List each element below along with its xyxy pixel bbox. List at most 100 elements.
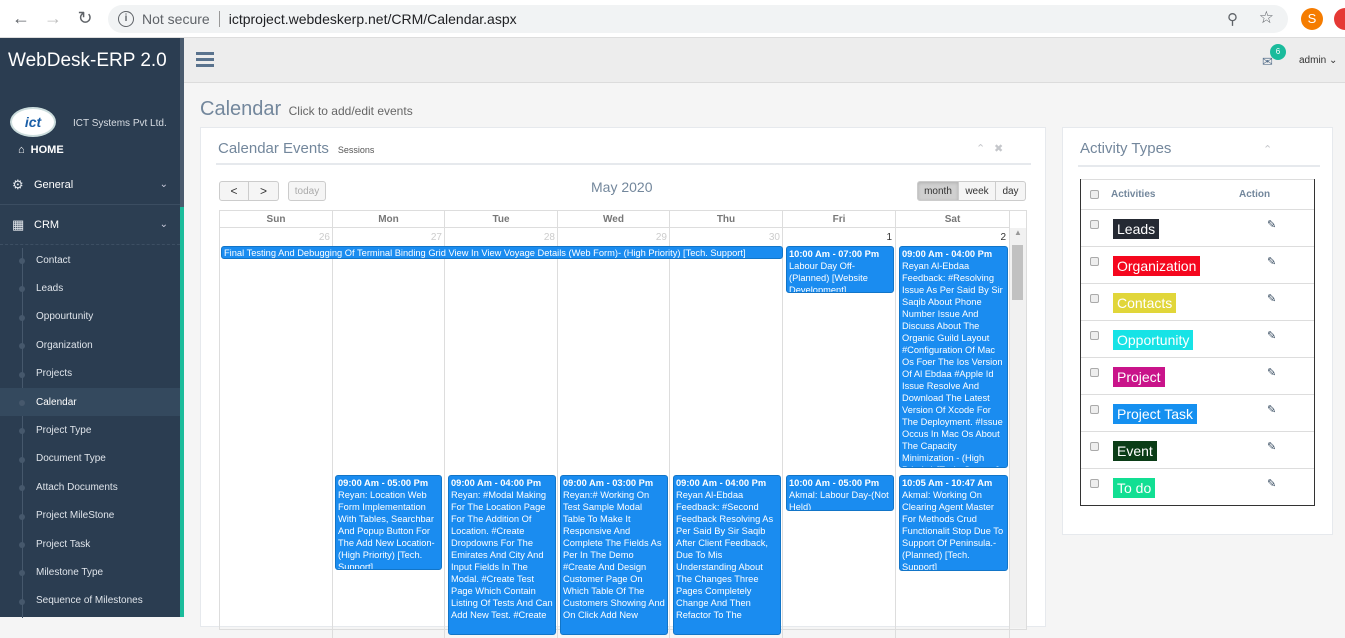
event-text: Akmal: Working On Clearing Agent Master … — [902, 490, 1004, 571]
day-number[interactable]: 2 — [956, 232, 1006, 243]
edit-pencil-icon[interactable]: ✎ — [1267, 255, 1276, 268]
sidebar-item-projects[interactable]: Projects — [0, 360, 180, 388]
calendar-scrollbar[interactable]: ▲ — [1010, 228, 1026, 628]
reload-icon[interactable]: ↻ — [74, 8, 96, 30]
event-time: 09:00 Am - 04:00 Pm — [676, 478, 767, 488]
column-header-activities: Activities — [1111, 189, 1156, 200]
user-menu[interactable]: admin ⌄ — [1299, 55, 1337, 66]
event-time: 09:00 Am - 03:00 Pm — [563, 478, 654, 488]
back-icon[interactable]: ← — [10, 8, 32, 30]
panel-title-text: Calendar Events — [218, 140, 329, 157]
profile-avatar[interactable]: S — [1301, 8, 1323, 30]
event-text: Reyan:# Working On Test Sample Modal Tab… — [563, 490, 665, 620]
sidebar-group-general[interactable]: ⚙ General ⌄ — [0, 165, 180, 205]
calendar-event[interactable]: 09:00 Am - 05:00 Pm Reyan: Location Web … — [335, 475, 442, 570]
day-number[interactable]: 30 — [730, 232, 780, 243]
weekday-header: Wed — [558, 211, 670, 228]
row-checkbox[interactable] — [1090, 368, 1099, 377]
close-icon[interactable]: ✖ — [994, 142, 1003, 155]
sidebar-item-attach-documents[interactable]: Attach Documents — [0, 473, 180, 501]
url-text[interactable]: ictproject.webdeskerp.net/CRM/Calendar.a… — [229, 11, 517, 27]
sidebar-item-project-type[interactable]: Project Type — [0, 416, 180, 444]
edit-pencil-icon[interactable]: ✎ — [1267, 440, 1276, 453]
view-day-button[interactable]: day — [996, 181, 1026, 201]
day-column-divider — [782, 228, 783, 638]
scroll-up-arrow-icon[interactable]: ▲ — [1010, 228, 1026, 237]
sidebar-item-project-task[interactable]: Project Task — [0, 530, 180, 558]
sidebar-item-sequence-of-milestones[interactable]: Sequence of Milestones — [0, 587, 180, 615]
info-icon[interactable]: i — [118, 11, 134, 27]
sidebar-item-project-milestone[interactable]: Project MileStone — [0, 502, 180, 530]
activity-tag-organization: Organization — [1113, 256, 1201, 276]
table-row: Leads ✎ — [1081, 209, 1314, 246]
sidebar-item-organization[interactable]: Organization — [0, 331, 180, 359]
sidebar-item-document-type[interactable]: Document Type — [0, 445, 180, 473]
calendar-event[interactable]: 09:00 Am - 03:00 Pm Reyan:# Working On T… — [560, 475, 668, 635]
edit-pencil-icon[interactable]: ✎ — [1267, 366, 1276, 379]
day-number[interactable]: 28 — [505, 232, 555, 243]
bookmark-star-icon[interactable]: ☆ — [1259, 8, 1274, 28]
zoom-icon[interactable]: ⚲ — [1227, 10, 1238, 28]
forward-icon[interactable]: → — [42, 8, 64, 30]
collapse-icon[interactable]: ⌃ — [1263, 143, 1272, 156]
extension-icon[interactable] — [1334, 8, 1345, 30]
calendar-event[interactable]: 09:00 Am - 04:00 Pm Reyan Al-Ebdaa Feedb… — [673, 475, 781, 635]
today-button[interactable]: today — [288, 181, 326, 201]
day-column-divider — [332, 228, 333, 638]
calendar-event[interactable]: 10:00 Am - 05:00 Pm Akmal: Labour Day-(N… — [786, 475, 894, 511]
day-column-divider — [669, 228, 670, 638]
event-time: 10:05 Am - 10:47 Am — [902, 478, 993, 488]
next-month-button[interactable]: > — [249, 181, 279, 201]
row-checkbox[interactable] — [1090, 442, 1099, 451]
day-number[interactable]: 29 — [617, 232, 667, 243]
edit-pencil-icon[interactable]: ✎ — [1267, 403, 1276, 416]
calendar-event[interactable]: 10:05 Am - 10:47 Am Akmal: Working On Cl… — [899, 475, 1008, 571]
sidebar-item-calendar[interactable]: Calendar — [0, 387, 180, 417]
sidebar-item-leads[interactable]: Leads — [0, 274, 180, 302]
table-header: Activities Action — [1081, 179, 1314, 209]
day-number[interactable]: 27 — [392, 232, 442, 243]
separator — [218, 11, 220, 27]
edit-pencil-icon[interactable]: ✎ — [1267, 477, 1276, 490]
home-link[interactable]: ⌂ HOME — [18, 144, 64, 156]
calendar-event[interactable]: 10:00 Am - 07:00 Pm Labour Day Off-(Plan… — [786, 246, 894, 293]
row-checkbox[interactable] — [1090, 331, 1099, 340]
home-label: HOME — [30, 144, 64, 156]
event-time: 10:00 Am - 05:00 Pm — [789, 478, 880, 488]
app-brand[interactable]: WebDesk-ERP 2.0 — [8, 50, 167, 72]
address-bar[interactable]: i Not secure ictproject.webdeskerp.net/C… — [108, 5, 1288, 33]
row-checkbox[interactable] — [1090, 220, 1099, 229]
activity-types-panel: Activity Types ⌃ Activities Action Leads… — [1062, 127, 1333, 535]
sidebar-group-crm[interactable]: ▦ CRM ⌄ — [0, 205, 180, 245]
calendar-event[interactable]: Final Testing And Debugging Of Terminal … — [221, 246, 783, 259]
security-label: Not secure — [142, 11, 210, 27]
edit-pencil-icon[interactable]: ✎ — [1267, 218, 1276, 231]
view-week-button[interactable]: week — [959, 181, 996, 201]
calendar-event[interactable]: 09:00 Am - 04:00 Pm Reyan Al-Ebdaa Feedb… — [899, 246, 1008, 468]
edit-pencil-icon[interactable]: ✎ — [1267, 292, 1276, 305]
activity-tag-project-task: Project Task — [1113, 404, 1197, 424]
select-all-checkbox[interactable] — [1090, 190, 1099, 199]
weekday-header: Fri — [783, 211, 896, 228]
sidebar-item-milestone-type[interactable]: Milestone Type — [0, 558, 180, 586]
event-time: 09:00 Am - 04:00 Pm — [902, 249, 993, 259]
row-checkbox[interactable] — [1090, 257, 1099, 266]
sidebar-item-contact[interactable]: Contact — [0, 246, 180, 274]
table-icon: ▦ — [12, 216, 25, 232]
view-month-button[interactable]: month — [917, 181, 959, 201]
sidebar-item-opportunity[interactable]: Oppourtunity — [0, 303, 180, 331]
row-checkbox[interactable] — [1090, 479, 1099, 488]
collapse-icon[interactable]: ⌃ — [976, 142, 985, 155]
table-row: Project Task ✎ — [1081, 394, 1314, 431]
day-number[interactable]: 26 — [280, 232, 330, 243]
edit-pencil-icon[interactable]: ✎ — [1267, 329, 1276, 342]
day-number[interactable]: 1 — [842, 232, 892, 243]
row-checkbox[interactable] — [1090, 294, 1099, 303]
calendar-event[interactable]: 09:00 Am - 04:00 Pm Reyan: #Modal Making… — [448, 475, 556, 635]
prev-month-button[interactable]: < — [219, 181, 249, 201]
event-text: Labour Day Off-(Planned) [Website Develo… — [789, 261, 868, 293]
row-checkbox[interactable] — [1090, 405, 1099, 414]
scroll-thumb[interactable] — [1012, 245, 1023, 300]
menu-toggle-icon[interactable] — [196, 52, 214, 68]
panel-subtitle: Sessions — [337, 145, 375, 155]
